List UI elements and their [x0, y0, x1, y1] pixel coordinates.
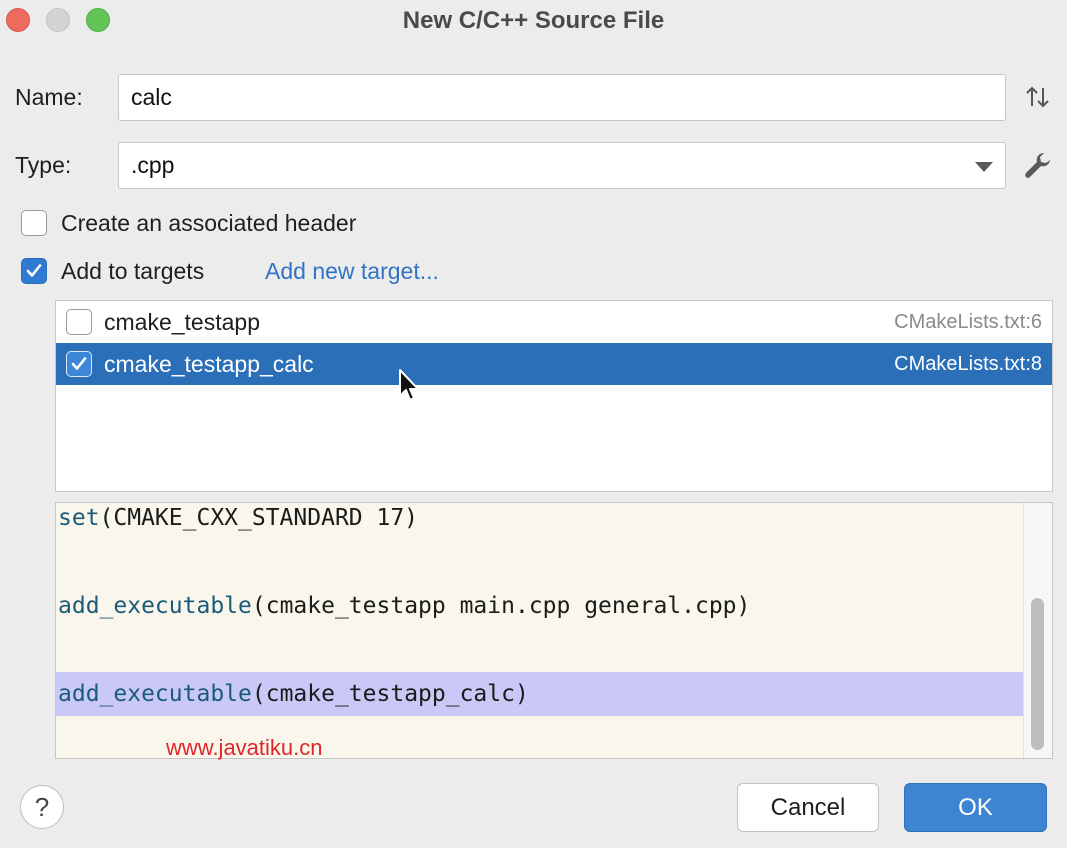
target-row[interactable]: cmake_testapp CMakeLists.txt:6	[56, 301, 1052, 343]
target-file: CMakeLists.txt:6	[894, 311, 1042, 333]
code-keyword: add_executable	[58, 593, 252, 619]
target-name: cmake_testapp	[104, 309, 260, 335]
targets-list[interactable]: cmake_testapp CMakeLists.txt:6 cmake_tes…	[55, 300, 1053, 492]
code-args: (cmake_testapp main.cpp general.cpp)	[251, 593, 751, 619]
code-keyword: add_executable	[58, 681, 252, 707]
title-bar: New C/C++ Source File	[0, 0, 1067, 42]
sort-icon[interactable]	[1024, 84, 1052, 115]
target-checkbox[interactable]	[66, 309, 92, 335]
watermark-text: www.javatiku.cn	[166, 735, 323, 760]
wrench-icon[interactable]	[1023, 150, 1053, 185]
help-button[interactable]: ?	[20, 785, 64, 829]
code-line-highlighted: add_executable(cmake_testapp_calc)	[56, 672, 1026, 716]
target-name: cmake_testapp_calc	[104, 351, 314, 377]
cmake-preview: set(CMAKE_CXX_STANDARD 17) add_executabl…	[55, 502, 1053, 759]
code-args: (cmake_testapp_calc)	[251, 681, 529, 707]
target-checkbox[interactable]	[66, 351, 92, 377]
code-line: set(CMAKE_CXX_STANDARD 17)	[56, 503, 1026, 540]
associated-header-label: Create an associated header	[61, 210, 357, 236]
add-to-targets-checkbox[interactable]	[21, 258, 47, 284]
code-line: add_executable(cmake_testapp main.cpp ge…	[56, 584, 1026, 628]
code-args: (CMAKE_CXX_STANDARD 17)	[99, 505, 419, 531]
add-to-targets-label: Add to targets	[61, 258, 205, 284]
name-input[interactable]: calc	[118, 74, 1006, 121]
dropdown-arrow-icon	[975, 162, 993, 172]
target-file: CMakeLists.txt:8	[894, 353, 1042, 375]
scrollbar-thumb[interactable]	[1031, 598, 1044, 750]
add-new-target-link[interactable]: Add new target...	[265, 258, 439, 285]
type-select-value: .cpp	[131, 152, 175, 178]
checkmark-icon	[71, 357, 87, 370]
ok-button[interactable]: OK	[904, 783, 1047, 832]
associated-header-checkbox[interactable]	[21, 210, 47, 236]
checkmark-icon	[26, 264, 42, 277]
cancel-button[interactable]: Cancel	[737, 783, 879, 832]
code-keyword: set	[58, 505, 100, 531]
mouse-cursor-icon	[398, 368, 422, 409]
target-row-selected[interactable]: cmake_testapp_calc CMakeLists.txt:8	[56, 343, 1052, 385]
name-label: Name:	[15, 84, 83, 110]
type-label: Type:	[15, 152, 72, 178]
preview-scrollbar[interactable]	[1023, 503, 1052, 758]
type-select[interactable]: .cpp	[118, 142, 1006, 189]
window-title: New C/C++ Source File	[402, 7, 665, 34]
